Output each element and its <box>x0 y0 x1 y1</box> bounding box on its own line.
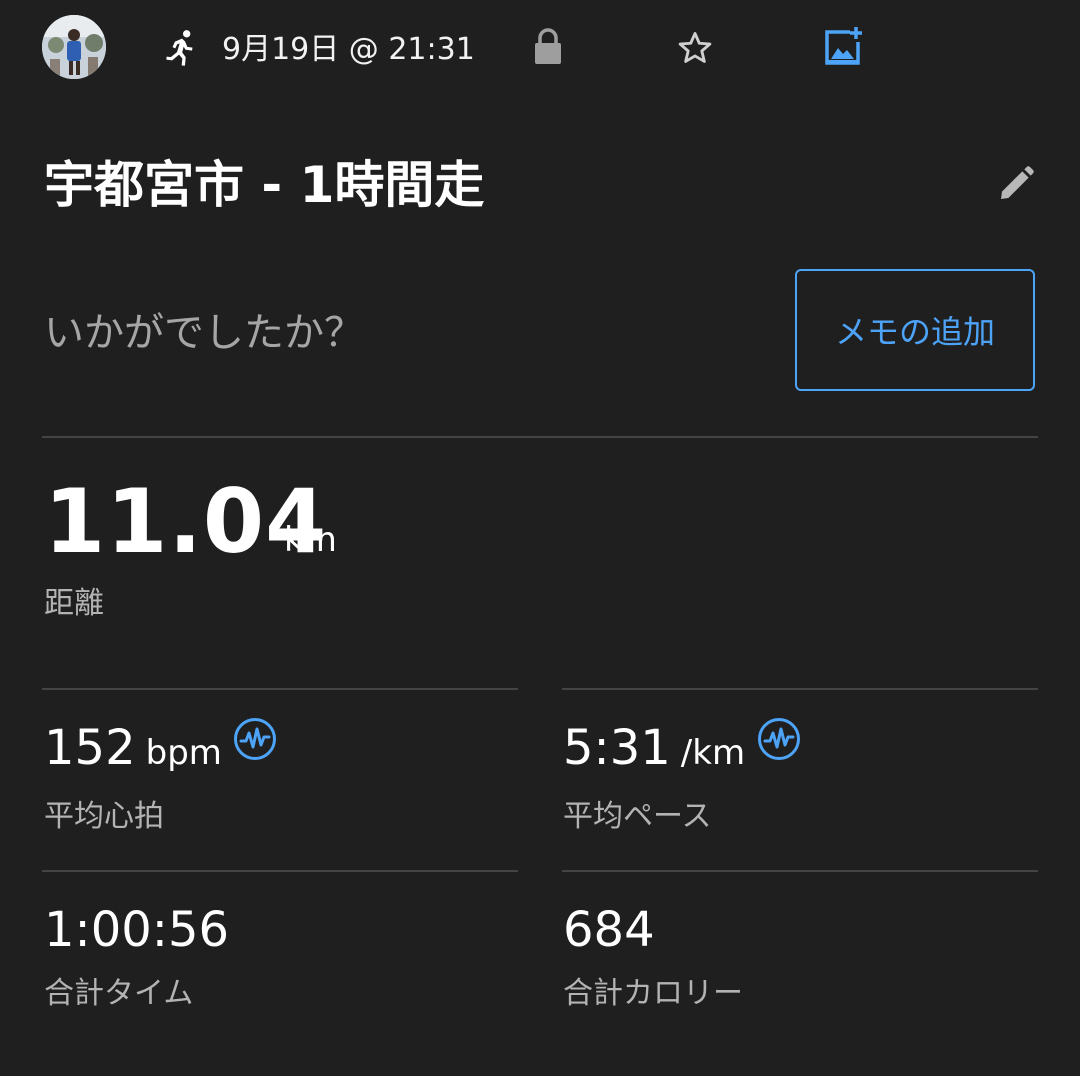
total-calories-value: 684 <box>563 902 655 958</box>
avg-heart-rate-label: 平均心拍 <box>44 799 164 834</box>
avg-pace-stat: 5:31/km 平均ペース <box>563 718 745 837</box>
top-bar: 9月19日 @ 21:31 <box>0 0 1080 100</box>
activity-title: 宇都宮市 - 1時間走 <box>44 156 485 214</box>
avg-heart-rate-value: 152 <box>44 720 136 776</box>
total-calories-stat: 684 合計カロリー <box>563 900 743 1014</box>
pencil-icon[interactable] <box>996 164 1036 204</box>
total-calories-label: 合計カロリー <box>563 976 743 1011</box>
avg-pace-unit: /km <box>680 733 746 773</box>
avg-pace-label: 平均ペース <box>563 799 712 834</box>
divider <box>42 870 518 872</box>
divider <box>42 688 518 690</box>
add-photo-icon[interactable] <box>822 26 864 68</box>
total-time-label: 合計タイム <box>44 976 194 1011</box>
lock-icon[interactable] <box>532 28 564 66</box>
heart-rate-monitor-icon[interactable] <box>233 717 277 761</box>
distance-label: 距離 <box>44 586 104 621</box>
heart-rate-monitor-icon[interactable] <box>757 717 801 761</box>
avg-heart-rate-unit: bpm <box>145 733 222 773</box>
avg-pace-value: 5:31 <box>563 720 671 776</box>
avg-heart-rate-stat: 152 bpm 平均心拍 <box>44 718 222 837</box>
star-icon[interactable] <box>676 29 714 67</box>
add-memo-button[interactable]: メモの追加 <box>795 269 1035 391</box>
total-time-value: 1:00:56 <box>44 902 230 958</box>
divider <box>562 688 1038 690</box>
total-time-stat: 1:00:56 合計タイム <box>44 900 229 1014</box>
divider <box>562 870 1038 872</box>
add-memo-button-label: メモの追加 <box>834 313 995 351</box>
distance-unit: km <box>284 520 337 560</box>
activity-detail-screen: 9月19日 @ 21:31 宇都宮市 - 1時間走 いかがでしたか？ メモの追加… <box>0 0 1080 1076</box>
avatar-photo <box>42 15 106 79</box>
running-icon <box>166 30 193 66</box>
memo-prompt: いかがでしたか？ <box>44 310 364 356</box>
activity-date-time: 9月19日 @ 21:31 <box>222 32 475 67</box>
divider <box>42 436 1038 438</box>
avatar[interactable] <box>42 15 106 79</box>
